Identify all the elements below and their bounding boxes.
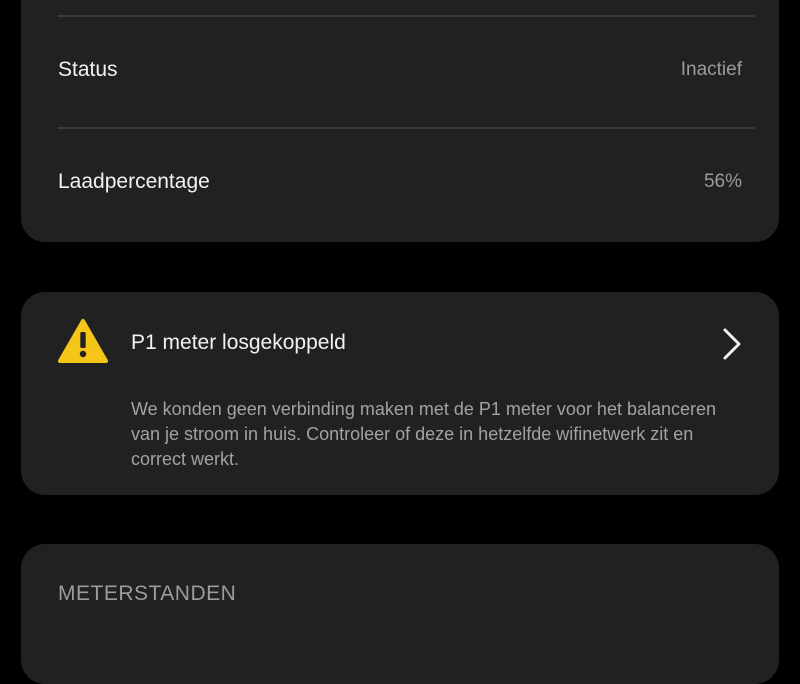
alert-title: P1 meter losgekoppeld (131, 331, 346, 354)
divider (58, 15, 755, 17)
alert-message: We konden geen verbinding maken met de P… (131, 399, 717, 469)
status-card: Status Inactief Laadpercentage 56% (21, 0, 779, 242)
warning-icon (58, 319, 108, 363)
meterstanden-card: METERSTANDEN (21, 544, 779, 684)
charge-percentage-label: Laadpercentage (58, 170, 210, 193)
section-header-meterstanden: METERSTANDEN (58, 582, 237, 605)
status-label: Status (58, 58, 118, 81)
charge-percentage-value: 56% (703, 171, 742, 192)
divider (58, 127, 755, 129)
p1-meter-alert-card[interactable]: P1 meter losgekoppeld We konden geen ver… (21, 292, 779, 495)
status-value: Inactief (680, 59, 742, 80)
chevron-right-icon[interactable] (720, 327, 744, 361)
